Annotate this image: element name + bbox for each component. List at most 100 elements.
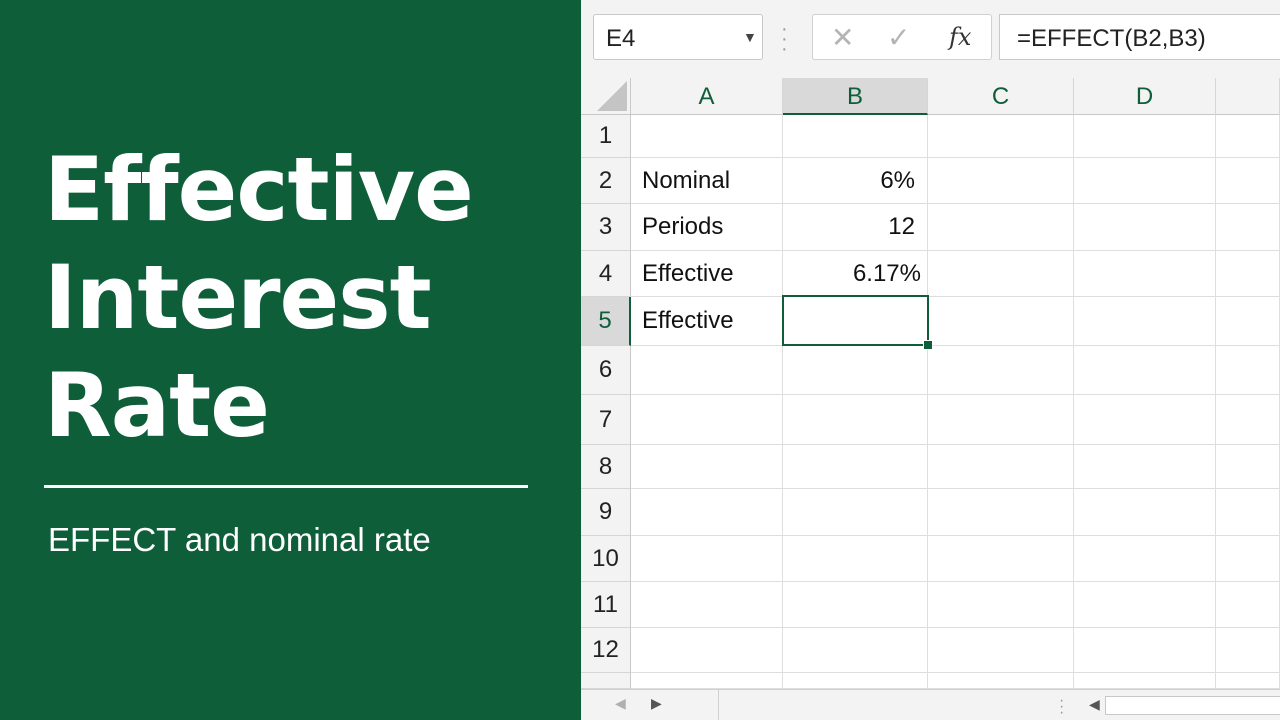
- cell-a3[interactable]: Periods: [631, 204, 783, 251]
- cell-b2[interactable]: 6%: [783, 158, 928, 204]
- sheet-tab-bar: ◀ ▶ · · · ◀: [581, 689, 1280, 720]
- row-header-10[interactable]: 10: [581, 536, 631, 582]
- fx-icon[interactable]: fx: [949, 23, 971, 51]
- cell-d3[interactable]: [1074, 204, 1216, 251]
- cell-d8[interactable]: [1074, 445, 1216, 489]
- row-header-11[interactable]: 11: [581, 582, 631, 628]
- row-header-5[interactable]: 5: [581, 297, 631, 346]
- cell-e4[interactable]: [1216, 251, 1280, 297]
- cell-d13[interactable]: [1074, 673, 1216, 689]
- name-box[interactable]: E4 ▼: [593, 14, 763, 60]
- cell-e13[interactable]: [1216, 673, 1280, 689]
- cell-b11[interactable]: [783, 582, 928, 628]
- horizontal-scrollbar-thumb[interactable]: [1105, 696, 1280, 715]
- cell-c9[interactable]: [928, 489, 1074, 536]
- cell-c5[interactable]: [928, 297, 1074, 346]
- cell-e12[interactable]: [1216, 628, 1280, 673]
- cell-a10[interactable]: [631, 536, 783, 582]
- cell-a8[interactable]: [631, 445, 783, 489]
- cell-c4[interactable]: [928, 251, 1074, 297]
- cell-c12[interactable]: [928, 628, 1074, 673]
- cell-c8[interactable]: [928, 445, 1074, 489]
- cell-e10[interactable]: [1216, 536, 1280, 582]
- close-icon[interactable]: ✕: [831, 21, 854, 54]
- cell-a6[interactable]: [631, 346, 783, 395]
- cell-a9[interactable]: [631, 489, 783, 536]
- row-header-4[interactable]: 4: [581, 251, 631, 297]
- cell-a4[interactable]: Effective: [631, 251, 783, 297]
- cell-d9[interactable]: [1074, 489, 1216, 536]
- formula-input[interactable]: =EFFECT(B2,B3): [999, 14, 1280, 60]
- caret-left-icon[interactable]: ◀: [615, 695, 626, 712]
- cell-a5[interactable]: Effective: [631, 297, 783, 346]
- cell-d4[interactable]: [1074, 251, 1216, 297]
- cell-d11[interactable]: [1074, 582, 1216, 628]
- cell-e9[interactable]: [1216, 489, 1280, 536]
- cell-e1[interactable]: [1216, 115, 1280, 158]
- cell-a7[interactable]: [631, 395, 783, 445]
- drag-handle-icon[interactable]: · · ·: [781, 19, 788, 59]
- cell-b1[interactable]: [783, 115, 928, 158]
- cell-d7[interactable]: [1074, 395, 1216, 445]
- select-all-button[interactable]: [581, 78, 631, 115]
- row-header-13[interactable]: [581, 673, 631, 689]
- column-header-a[interactable]: A: [631, 78, 783, 115]
- cell-d6[interactable]: [1074, 346, 1216, 395]
- row-header-2[interactable]: 2: [581, 158, 631, 204]
- cell-b9[interactable]: [783, 489, 928, 536]
- cell-e7[interactable]: [1216, 395, 1280, 445]
- check-icon[interactable]: ✓: [887, 21, 910, 54]
- fill-handle[interactable]: [923, 340, 933, 350]
- cell-e8[interactable]: [1216, 445, 1280, 489]
- column-header-e[interactable]: [1216, 78, 1280, 115]
- cell-d2[interactable]: [1074, 158, 1216, 204]
- cell-e6[interactable]: [1216, 346, 1280, 395]
- cell-c2[interactable]: [928, 158, 1074, 204]
- cell-a1[interactable]: [631, 115, 783, 158]
- cell-d5[interactable]: [1074, 297, 1216, 346]
- cell-a12[interactable]: [631, 628, 783, 673]
- row-header-9[interactable]: 9: [581, 489, 631, 536]
- cell-d12[interactable]: [1074, 628, 1216, 673]
- cell-c3[interactable]: [928, 204, 1074, 251]
- cell-c6[interactable]: [928, 346, 1074, 395]
- title-panel: Effective Interest Rate EFFECT and nomin…: [0, 0, 581, 720]
- cell-a11[interactable]: [631, 582, 783, 628]
- cell-c11[interactable]: [928, 582, 1074, 628]
- subtitle: EFFECT and nominal rate: [48, 521, 431, 558]
- drag-handle-icon[interactable]: · · ·: [1059, 693, 1064, 720]
- cell-b6[interactable]: [783, 346, 928, 395]
- cell-d1[interactable]: [1074, 115, 1216, 158]
- chevron-down-icon[interactable]: ▼: [743, 29, 757, 45]
- caret-right-icon[interactable]: ▶: [651, 695, 662, 712]
- cell-b4[interactable]: 6.17%: [783, 251, 928, 297]
- cell-d10[interactable]: [1074, 536, 1216, 582]
- cell-e5[interactable]: [1216, 297, 1280, 346]
- cell-b8[interactable]: [783, 445, 928, 489]
- cell-c10[interactable]: [928, 536, 1074, 582]
- title-line-1: Effective: [44, 138, 474, 241]
- cell-b12[interactable]: [783, 628, 928, 673]
- row-header-1[interactable]: 1: [581, 115, 631, 158]
- cell-c13[interactable]: [928, 673, 1074, 689]
- row-header-12[interactable]: 12: [581, 628, 631, 673]
- cell-e2[interactable]: [1216, 158, 1280, 204]
- row-header-8[interactable]: 8: [581, 445, 631, 489]
- cell-b7[interactable]: [783, 395, 928, 445]
- caret-left-icon[interactable]: ◀: [1089, 696, 1100, 713]
- column-header-d[interactable]: D: [1074, 78, 1216, 115]
- cell-a13[interactable]: [631, 673, 783, 689]
- cell-e3[interactable]: [1216, 204, 1280, 251]
- row-header-6[interactable]: 6: [581, 346, 631, 395]
- cell-b10[interactable]: [783, 536, 928, 582]
- column-header-c[interactable]: C: [928, 78, 1074, 115]
- cell-a2[interactable]: Nominal: [631, 158, 783, 204]
- cell-b13[interactable]: [783, 673, 928, 689]
- cell-b3[interactable]: 12: [783, 204, 928, 251]
- cell-c7[interactable]: [928, 395, 1074, 445]
- row-header-3[interactable]: 3: [581, 204, 631, 251]
- row-header-7[interactable]: 7: [581, 395, 631, 445]
- column-header-b[interactable]: B: [783, 78, 928, 115]
- cell-e11[interactable]: [1216, 582, 1280, 628]
- cell-c1[interactable]: [928, 115, 1074, 158]
